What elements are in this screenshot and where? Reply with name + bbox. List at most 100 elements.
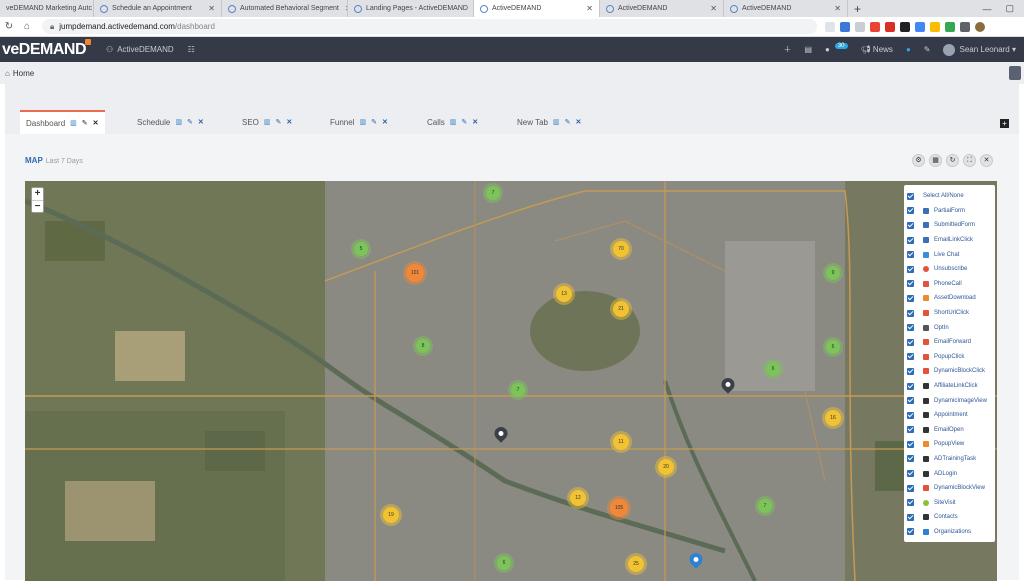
- legend-item[interactable]: Live Chat: [907, 247, 992, 262]
- legend-item[interactable]: PhoneCall: [907, 277, 992, 292]
- legend-item[interactable]: EmailOpen: [907, 423, 992, 438]
- maximize-icon[interactable]: ▢: [1005, 3, 1014, 14]
- chart-icon[interactable]: ▥: [264, 118, 271, 126]
- checkbox[interactable]: [907, 338, 914, 346]
- browser-tab[interactable]: Schedule an Appointment ✕: [94, 0, 222, 17]
- browser-tab[interactable]: ActiveDEMAND ✕: [724, 0, 848, 17]
- tab-funnel[interactable]: Funnel ▥ ✎ ✕: [330, 111, 388, 133]
- extension-icon[interactable]: [930, 21, 940, 32]
- close-tab-icon[interactable]: ✕: [339, 4, 347, 13]
- edit-icon[interactable]: ✎: [461, 118, 467, 126]
- map-cluster[interactable]: 12: [570, 490, 586, 506]
- notifications-icon[interactable]: ●: [825, 45, 830, 54]
- browser-tab[interactable]: veDEMAND Marketing Autc✕: [0, 0, 94, 17]
- map-cluster[interactable]: 16: [825, 410, 841, 426]
- logo[interactable]: veDEMAND: [0, 38, 92, 59]
- close-icon[interactable]: ✕: [93, 119, 99, 127]
- legend-item[interactable]: Select All/None: [907, 189, 992, 204]
- new-tab-button[interactable]: +: [848, 0, 867, 17]
- breadcrumb-home[interactable]: Home: [13, 69, 34, 78]
- tab-dashboard[interactable]: Dashboard ▥ ✎ ✕: [20, 110, 105, 134]
- legend-item[interactable]: ShortUrlClick: [907, 306, 992, 321]
- account-switcher[interactable]: ⚇ ActiveDEMAND: [106, 45, 174, 54]
- legend-item[interactable]: DynamicBlockClick: [907, 364, 992, 379]
- calendar-icon[interactable]: ▦: [929, 154, 942, 167]
- bookmark-star-icon[interactable]: [840, 21, 850, 32]
- checkbox[interactable]: [907, 411, 914, 419]
- close-tab-icon[interactable]: ✕: [828, 4, 841, 13]
- map-cluster[interactable]: 6: [497, 556, 511, 570]
- checkbox[interactable]: [907, 382, 914, 390]
- legend-item[interactable]: EmailLinkClick: [907, 233, 992, 248]
- checkbox[interactable]: [907, 470, 914, 478]
- close-tab-icon[interactable]: ✕: [580, 4, 593, 13]
- tab-seo[interactable]: SEO ▥ ✎ ✕: [242, 111, 292, 133]
- chart-icon[interactable]: ▥: [359, 118, 366, 126]
- map-cluster[interactable]: 5: [354, 242, 368, 256]
- share-icon[interactable]: [825, 21, 835, 32]
- add-icon[interactable]: ＋: [783, 44, 791, 55]
- map-cluster[interactable]: 7: [511, 383, 525, 397]
- legend-item[interactable]: PartialForm: [907, 204, 992, 219]
- map-cluster[interactable]: 6: [766, 362, 780, 376]
- close-icon[interactable]: ✕: [382, 118, 388, 126]
- map-canvas[interactable]: + − 7 5 70 101 13 21 9 8 6 6 7 16 11 20 …: [25, 181, 997, 581]
- checkbox[interactable]: [907, 440, 914, 448]
- checkbox[interactable]: [907, 251, 914, 259]
- sliders-icon[interactable]: ☷: [188, 45, 195, 54]
- legend-item[interactable]: PopupClick: [907, 350, 992, 365]
- checkbox[interactable]: [907, 265, 914, 273]
- reload-icon[interactable]: ↻: [0, 21, 18, 32]
- map-cluster[interactable]: 19: [383, 507, 399, 523]
- legend-item[interactable]: ADLogin: [907, 466, 992, 481]
- settings-icon[interactable]: ⚙: [912, 154, 925, 167]
- checkbox[interactable]: [907, 280, 914, 288]
- close-icon[interactable]: ✕: [980, 154, 993, 167]
- expand-icon[interactable]: ⛶: [963, 154, 976, 167]
- browser-tab[interactable]: ActiveDEMAND ✕: [600, 0, 724, 17]
- legend-item[interactable]: DynamicBlockView: [907, 481, 992, 496]
- checkbox[interactable]: [907, 236, 914, 244]
- browser-tab[interactable]: Landing Pages - ActiveDEMAND✕: [348, 0, 474, 17]
- edit-icon[interactable]: ✎: [276, 118, 282, 126]
- legend-item[interactable]: DynamicImageView: [907, 393, 992, 408]
- extension-icon[interactable]: [945, 21, 955, 32]
- checkbox[interactable]: [907, 324, 914, 332]
- legend-item[interactable]: OptIn: [907, 320, 992, 335]
- browser-tab[interactable]: Automated Behavioral Segment✕: [222, 0, 348, 17]
- chart-icon[interactable]: ▥: [70, 119, 77, 127]
- checkbox[interactable]: [907, 426, 914, 434]
- extension-icon[interactable]: [885, 21, 895, 32]
- legend-item[interactable]: Contacts: [907, 510, 992, 525]
- map-cluster[interactable]: 25: [628, 556, 644, 572]
- puzzle-icon[interactable]: [960, 21, 970, 32]
- legend-item[interactable]: Appointment: [907, 408, 992, 423]
- news-button[interactable]: 📢︎ News: [861, 45, 893, 54]
- map-cluster[interactable]: 21: [613, 301, 629, 317]
- wrench-icon[interactable]: ✎: [924, 45, 931, 54]
- map-cluster[interactable]: 7: [486, 186, 500, 200]
- map-cluster[interactable]: 20: [658, 459, 674, 475]
- edit-icon[interactable]: ✎: [82, 119, 88, 127]
- map-cluster[interactable]: 7: [758, 499, 772, 513]
- map-cluster[interactable]: 9: [826, 266, 840, 280]
- checkbox[interactable]: [907, 397, 914, 405]
- edit-icon[interactable]: ✎: [187, 118, 193, 126]
- map-cluster[interactable]: 8: [416, 339, 430, 353]
- home-icon[interactable]: ⌂: [18, 21, 36, 32]
- checkbox[interactable]: [907, 367, 914, 375]
- checkbox[interactable]: [907, 207, 914, 215]
- map-cluster[interactable]: 11: [613, 434, 629, 450]
- tab-new-tab[interactable]: New Tab ▥ ✎ ✕: [517, 111, 581, 133]
- checkbox[interactable]: [907, 294, 914, 302]
- chart-icon[interactable]: ▥: [450, 118, 457, 126]
- checkbox[interactable]: [907, 309, 914, 317]
- close-icon[interactable]: ✕: [575, 118, 581, 126]
- checkbox[interactable]: [907, 484, 914, 492]
- map-cluster[interactable]: 70: [613, 241, 629, 257]
- close-tab-icon[interactable]: ✕: [202, 4, 215, 13]
- refresh-icon[interactable]: ↻: [946, 154, 959, 167]
- zoom-in-button[interactable]: +: [32, 188, 43, 200]
- checkbox[interactable]: [907, 192, 914, 200]
- close-icon[interactable]: ✕: [198, 118, 204, 126]
